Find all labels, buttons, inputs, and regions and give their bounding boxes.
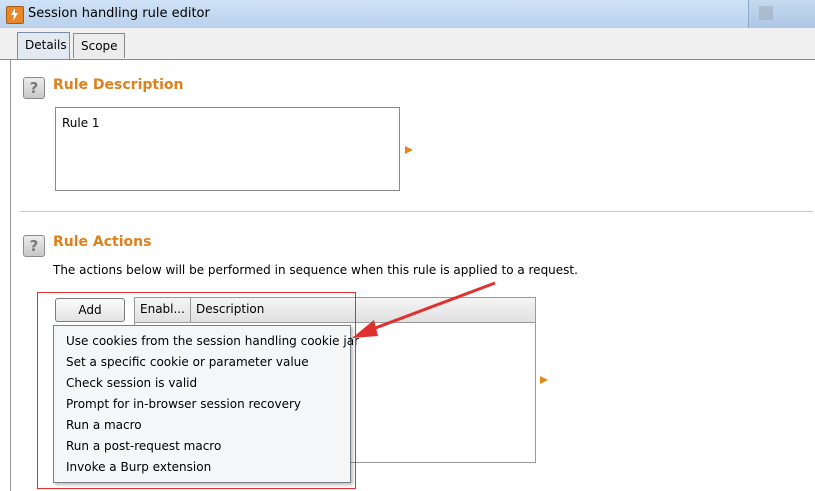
annotation-arrow (352, 281, 496, 338)
background-window-icon (759, 6, 773, 20)
title-bar: Session handling rule editor (0, 0, 815, 29)
window-title: Session handling rule editor (28, 6, 210, 21)
annotation-highlight-box (37, 292, 356, 489)
tab-strip: Details Scope (0, 28, 815, 60)
rule-actions-title: Rule Actions (53, 234, 152, 250)
background-window-fragment (748, 0, 815, 28)
help-icon[interactable]: ? (23, 235, 45, 257)
rule-description-field[interactable]: Rule 1 (55, 107, 400, 191)
burp-app-icon (6, 6, 24, 24)
help-icon[interactable]: ? (23, 77, 45, 99)
tab-scope[interactable]: Scope (73, 33, 125, 58)
rule-description-value: Rule 1 (62, 116, 100, 130)
tab-details[interactable]: Details (17, 32, 70, 59)
section-divider (20, 211, 813, 212)
rule-description-title: Rule Description (53, 77, 184, 93)
expand-arrow-icon[interactable] (405, 146, 413, 154)
expand-arrow-icon[interactable] (540, 376, 548, 384)
rule-actions-info: The actions below will be performed in s… (53, 263, 578, 277)
